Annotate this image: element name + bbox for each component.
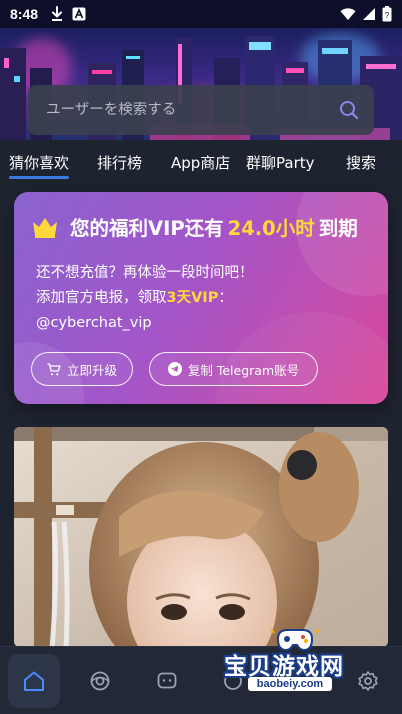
cart-icon: [47, 362, 61, 375]
profile-photo: [14, 427, 388, 647]
vip-line-1: 还不想充值？再体验一段时间吧！: [36, 265, 254, 281]
nav-home[interactable]: [8, 654, 60, 708]
vip-description: 还不想充值？再体验一段时间吧！ 添加官方电报，领取3天VIP： @cyberch…: [36, 261, 254, 336]
status-time: 8:48: [10, 6, 39, 22]
tab-recommend[interactable]: 猜你喜欢: [9, 152, 70, 179]
vip-title-prefix: 您的福利VIP还有: [70, 217, 224, 240]
vip-hours-left: 24.0小时: [227, 217, 315, 240]
upgrade-button-label: 立即升级: [66, 362, 117, 378]
user-search-box[interactable]: [28, 85, 374, 135]
profile-photo-card[interactable]: [14, 427, 388, 647]
status-right-icons: ?: [340, 6, 392, 22]
watermark-domain: baobeiy.com: [248, 677, 332, 691]
vip-line-2-highlight: 3天VIP: [166, 290, 219, 306]
watermark-text: 宝贝游戏网: [224, 654, 344, 680]
vip-title: 您的福利VIP还有 24.0小时 到期: [32, 212, 358, 241]
upgrade-button[interactable]: 立即升级: [31, 352, 133, 386]
copy-telegram-button[interactable]: 复制 Telegram账号: [149, 352, 318, 386]
svg-text:?: ?: [385, 11, 390, 20]
watermark: 宝贝游戏网 baobeiy.com: [222, 625, 372, 695]
tab-ranking[interactable]: 排行榜: [97, 152, 142, 173]
signal-icon: [363, 8, 375, 20]
category-tabs: 猜你喜欢 排行榜 App商店 群聊Party 搜索: [0, 140, 402, 184]
eye-icon: [90, 671, 110, 691]
vip-line-2: 添加官方电报，领取3天VIP：: [36, 286, 254, 311]
download-icon: [52, 6, 63, 21]
status-left-icons: [50, 6, 86, 22]
app-screen: 8:48 ? ユーザーを検索する 猜你喜欢 排行榜 App商店 群聊Party …: [0, 0, 402, 714]
a-box-icon: [72, 7, 86, 21]
vip-line-2-suffix: ：: [218, 290, 233, 306]
search-icon[interactable]: [338, 99, 360, 121]
crown-icon: [33, 217, 57, 238]
telegram-handle: @cyberchat_vip: [36, 315, 152, 331]
tab-app-store[interactable]: App商店: [171, 152, 230, 173]
tab-group-party[interactable]: 群聊Party: [246, 152, 315, 173]
search-input[interactable]: [46, 102, 338, 118]
hero-banner: [0, 28, 402, 140]
chat-icon: [157, 672, 177, 689]
tab-search[interactable]: 搜索: [346, 152, 376, 173]
vip-title-suffix: 到期: [318, 217, 358, 240]
telegram-icon: [167, 362, 182, 376]
nav-messages[interactable]: [141, 654, 193, 708]
battery-icon: ?: [382, 6, 392, 22]
home-icon: [24, 671, 44, 691]
nav-discover[interactable]: [74, 654, 126, 708]
status-bar: 8:48 ?: [0, 0, 402, 28]
vip-promo-card: 您的福利VIP还有 24.0小时 到期 还不想充值？再体验一段时间吧！ 添加官方…: [14, 192, 388, 404]
wifi-icon: [340, 8, 356, 20]
copy-telegram-label: 复制 Telegram账号: [187, 362, 300, 378]
vip-line-2-prefix: 添加官方电报，领取: [36, 290, 167, 306]
